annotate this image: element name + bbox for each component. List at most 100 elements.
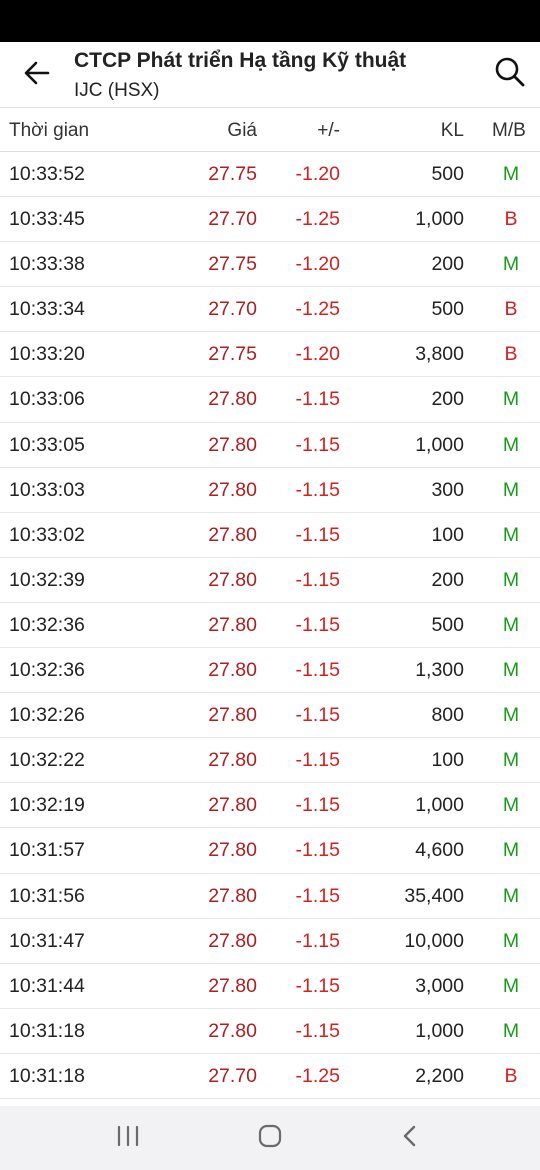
table-header: Thời gian Giá +/- KL M/B	[0, 108, 540, 152]
cell-volume: 200	[431, 253, 464, 276]
cell-side: M	[502, 794, 520, 817]
cell-time: 10:32:36	[9, 659, 85, 682]
cell-time: 10:33:05	[9, 433, 85, 456]
cell-side: M	[502, 749, 520, 772]
cell-side: M	[502, 929, 520, 952]
table-row[interactable]: 10:32:39 27.80 -1.15 200 M	[0, 558, 540, 603]
system-back-button[interactable]	[380, 1116, 440, 1160]
cell-volume: 1,300	[415, 659, 464, 682]
table-row[interactable]: 10:31:44 27.80 -1.15 3,000 M	[0, 964, 540, 1009]
cell-volume: 35,400	[404, 884, 464, 907]
cell-price: 27.70	[208, 1064, 257, 1087]
cell-price: 27.80	[208, 1019, 257, 1042]
table-row[interactable]: 10:31:57 27.80 -1.15 4,600 M	[0, 828, 540, 874]
cell-time: 10:31:57	[9, 839, 85, 862]
cell-time: 10:32:26	[9, 704, 85, 727]
table-row[interactable]: 10:31:56 27.80 -1.15 35,400 M	[0, 874, 540, 919]
back-button[interactable]	[18, 56, 56, 94]
table-row[interactable]: 10:33:06 27.80 -1.15 200 M	[0, 377, 540, 423]
cell-change: -1.15	[295, 929, 340, 952]
cell-side: B	[504, 298, 518, 321]
cell-change: -1.25	[295, 298, 340, 321]
cell-volume: 1,000	[415, 1019, 464, 1042]
table-row[interactable]: 10:31:18 27.70 -1.25 2,200 B	[0, 1054, 540, 1099]
cell-change: -1.15	[295, 478, 340, 501]
table-row[interactable]: 10:31:47 27.80 -1.15 10,000 M	[0, 919, 540, 964]
recent-apps-icon	[116, 1125, 140, 1152]
cell-change: -1.25	[295, 1064, 340, 1087]
cell-time: 10:31:56	[9, 884, 85, 907]
table-row[interactable]: 10:32:26 27.80 -1.15 800 M	[0, 693, 540, 739]
cell-time: 10:31:47	[9, 929, 85, 952]
table-row[interactable]: 10:33:20 27.75 -1.20 3,800 B	[0, 332, 540, 378]
cell-change: -1.15	[295, 1019, 340, 1042]
table-row[interactable]: 10:33:52 27.75 -1.20 500 M	[0, 152, 540, 198]
cell-price: 27.80	[208, 568, 257, 591]
column-header-side[interactable]: M/B	[492, 120, 526, 142]
cell-side: M	[502, 613, 520, 636]
cell-volume: 200	[431, 568, 464, 591]
cell-price: 27.75	[208, 253, 257, 276]
cell-volume: 4,600	[415, 839, 464, 862]
table-row[interactable]: 10:33:02 27.80 -1.15 100 M	[0, 513, 540, 558]
cell-volume: 1,000	[415, 433, 464, 456]
cell-price: 27.80	[208, 884, 257, 907]
table-row[interactable]: 10:33:34 27.70 -1.25 500 B	[0, 287, 540, 333]
cell-time: 10:33:45	[9, 208, 85, 231]
home-icon	[257, 1123, 283, 1154]
cell-price: 27.80	[208, 659, 257, 682]
cell-side: B	[504, 208, 518, 231]
cell-side: M	[502, 704, 520, 727]
cell-time: 10:32:22	[9, 749, 85, 772]
cell-side: M	[502, 1019, 520, 1042]
cell-change: -1.20	[295, 163, 340, 185]
cell-price: 27.75	[208, 343, 257, 366]
cell-volume: 500	[431, 613, 464, 636]
table-row[interactable]: 10:32:36 27.80 -1.15 500 M	[0, 603, 540, 649]
cell-price: 27.80	[208, 613, 257, 636]
table-row[interactable]: 10:32:19 27.80 -1.15 1,000 M	[0, 783, 540, 829]
table-row[interactable]: 10:33:03 27.80 -1.15 300 M	[0, 468, 540, 513]
table-row[interactable]: 10:33:05 27.80 -1.15 1,000 M	[0, 423, 540, 468]
cell-volume: 500	[431, 298, 464, 321]
column-header-volume[interactable]: KL	[441, 120, 464, 142]
cell-time: 10:32:19	[9, 794, 85, 817]
cell-side: M	[502, 884, 520, 907]
cell-price: 27.80	[208, 478, 257, 501]
cell-time: 10:31:18	[9, 1064, 85, 1087]
search-button[interactable]	[490, 54, 530, 94]
table-row[interactable]: 10:33:38 27.75 -1.20 200 M	[0, 242, 540, 288]
table-row[interactable]: 10:32:22 27.80 -1.15 100 M	[0, 738, 540, 784]
cell-time: 10:33:52	[9, 163, 85, 185]
cell-change: -1.15	[295, 433, 340, 456]
cell-volume: 1,000	[415, 794, 464, 817]
column-header-time[interactable]: Thời gian	[9, 120, 89, 142]
cell-change: -1.15	[295, 749, 340, 772]
cell-side: M	[502, 433, 520, 456]
status-bar	[0, 0, 540, 42]
table-row[interactable]: 10:31:18 27.80 -1.15 1,000 M	[0, 1009, 540, 1054]
cell-change: -1.15	[295, 704, 340, 727]
cell-price: 27.80	[208, 749, 257, 772]
cell-time: 10:33:20	[9, 343, 85, 366]
cell-change: -1.15	[295, 659, 340, 682]
cell-price: 27.80	[208, 388, 257, 411]
trade-list[interactable]: 10:33:52 27.75 -1.20 500 M 10:33:45 27.70 -1.25…	[0, 152, 540, 1106]
cell-side: M	[502, 388, 520, 411]
cell-change: -1.15	[295, 568, 340, 591]
column-header-change[interactable]: +/-	[317, 120, 340, 142]
cell-side: M	[502, 253, 520, 276]
home-button[interactable]	[240, 1116, 300, 1160]
cell-time: 10:33:03	[9, 478, 85, 501]
column-header-price[interactable]: Giá	[227, 120, 257, 142]
cell-time: 10:33:34	[9, 298, 85, 321]
table-row[interactable]: 10:33:45 27.70 -1.25 1,000 B	[0, 197, 540, 243]
recent-apps-button[interactable]	[98, 1116, 158, 1160]
cell-volume: 2,200	[415, 1064, 464, 1087]
table-row[interactable]: 10:32:36 27.80 -1.15 1,300 M	[0, 648, 540, 694]
cell-price: 27.80	[208, 794, 257, 817]
cell-price: 27.80	[208, 974, 257, 997]
cell-volume: 300	[431, 478, 464, 501]
search-icon	[494, 56, 526, 93]
cell-price: 27.80	[208, 523, 257, 546]
